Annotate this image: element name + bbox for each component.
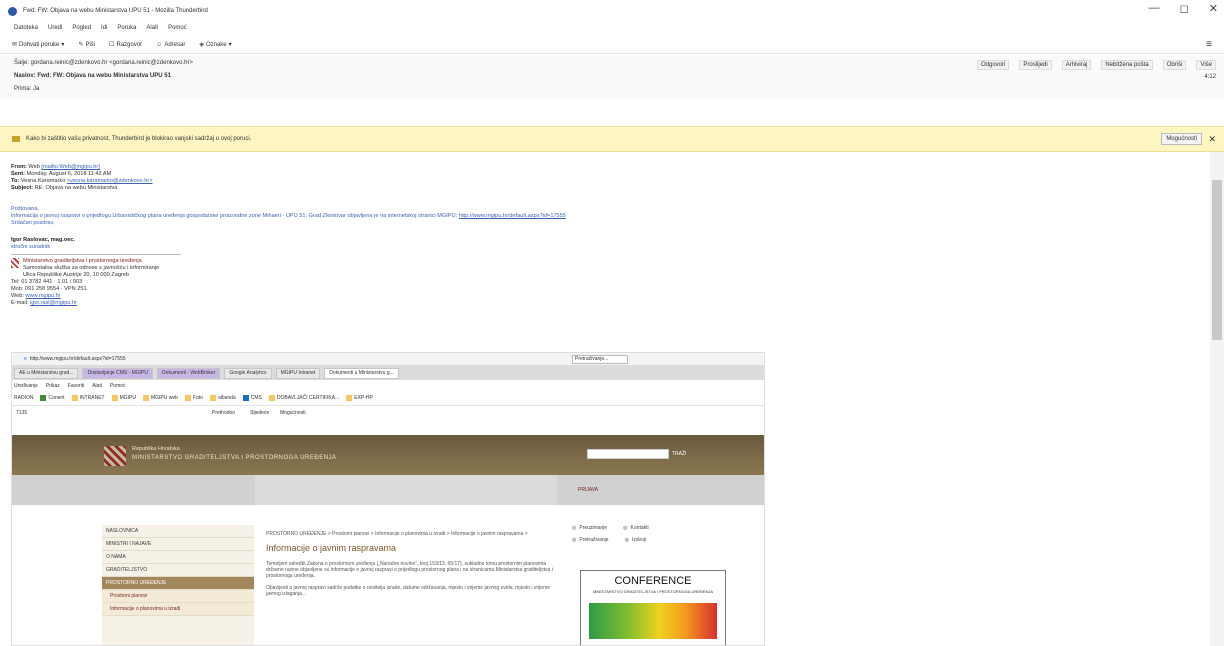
email-body: From: Web [mailto:Web@mgipu.hr] Sent: Mo… <box>11 164 1201 307</box>
menu-view[interactable]: Pogled <box>72 25 91 31</box>
menu-help[interactable]: Pomoć <box>168 25 187 31</box>
app-menu-icon[interactable]: ≡ <box>1206 39 1212 50</box>
browser-search: Pretraživanje... <box>572 355 628 364</box>
thunderbird-icon <box>8 6 17 16</box>
window-title: Fwd: FW: Objava na webu Ministarstva UPU… <box>23 8 208 14</box>
find-input: 7135 <box>16 410 28 416</box>
browser-tab: AE u Ministarstvu grad... <box>14 367 79 379</box>
warning-icon <box>12 136 20 142</box>
browser-menubar: Uređivanje Prikaz Favoriti Alati Pomoć <box>14 382 126 389</box>
message-header: Šalje: gordana.reinic@zdenkovo.hr <gorda… <box>0 56 1224 100</box>
favorites-bar: RADION Conent INTRANET MGIPU MGIPU web F… <box>12 391 764 406</box>
browser-tabs: AE u Ministarstvu grad... Dostavljanje C… <box>12 366 764 380</box>
minimize-button[interactable]: — <box>1149 2 1160 15</box>
more-button[interactable]: Više <box>1196 60 1216 70</box>
folder-icon <box>184 395 191 401</box>
maximize-button[interactable]: ◻ <box>1180 2 1189 15</box>
folder-icon <box>142 395 149 401</box>
site-main-content: PROSTORNO UREĐENJE > Prostorni planovi >… <box>266 531 562 603</box>
menu-tools[interactable]: Alati <box>146 25 158 31</box>
folder-icon <box>111 395 118 401</box>
site-search-box <box>587 449 669 459</box>
folder-icon <box>71 395 78 401</box>
browser-url: http://www.mgipu.hr/default.aspx?id=1755… <box>29 356 126 362</box>
browser-tab: Dokumenti - WebBroker <box>157 367 221 379</box>
header-to: Prima: Ja <box>14 86 40 92</box>
notice-text: Kako bi zaštitio vašu privatnost, Thunde… <box>26 136 252 142</box>
message-actions: Odgovori Proslijedi Arhiviraj Nebitžena … <box>977 60 1216 70</box>
download-icon: ◎ <box>572 525 577 531</box>
close-button[interactable]: ✕ <box>1209 2 1218 15</box>
site-right-column: ◎ Preuzimanje ◎ Kontakti ◎ Pretraživanje ◎ I… <box>572 525 649 543</box>
header-from: Šalje: gordana.reinic@zdenkovo.hr <gorda… <box>14 60 193 66</box>
header-subject: Naslov: Fwd: FW: Objava na webu Ministar… <box>14 73 171 79</box>
main-toolbar: ✉ Dohvati poruke ▾ ✎ Piši ☐ Razgovor ☺ Adres… <box>0 36 1224 54</box>
window-controls: — ◻ ✕ <box>1149 2 1218 15</box>
mail-icon: ✉ <box>12 42 18 48</box>
menu-go[interactable]: Idi <box>101 25 107 31</box>
find-bar: 7135 Prethodno Sljedeće Mogućnosti <box>16 410 306 416</box>
contact-icon: ◎ <box>623 525 628 531</box>
browser-tab: Dostavljanje CMS - MGIPU <box>82 367 154 379</box>
conference-banner: CONFERENCE MINISTARSTVO GRADITELJSTVA I … <box>580 570 726 645</box>
tag-icon: ◈ <box>199 42 204 48</box>
close-notice-icon[interactable]: ✕ <box>1208 134 1216 145</box>
forward-button[interactable]: Proslijedi <box>1019 60 1052 70</box>
browser-tab: Dokumenti u Ministarstvu g... <box>324 367 399 379</box>
header-date: 4:12 <box>1204 74 1216 80</box>
signature: Igor Raslovac, mag.oec. stručni suradnik… <box>11 237 1201 307</box>
signature-divider <box>11 254 181 255</box>
ie-icon: e <box>24 356 27 362</box>
get-mail-button[interactable]: ✉ Dohvati poruke ▾ <box>12 41 64 49</box>
message-text: informacija o javnoj raspravi o prijedlo… <box>11 213 566 219</box>
city-skyline-graphic <box>589 603 717 639</box>
scrollbar-thumb[interactable] <box>1212 180 1222 340</box>
pencil-icon: ✎ <box>78 42 84 48</box>
archive-button[interactable]: Arhiviraj <box>1061 60 1092 70</box>
site-sidebar: NASLOVNICA MINISTRI I NAJAVE O NAMA GRAD… <box>102 525 254 645</box>
folder-icon <box>268 395 275 401</box>
remote-content-notice: Kako bi zaštitio vašu privatnost, Thunde… <box>0 126 1224 152</box>
extract-icon: ◎ <box>624 537 629 543</box>
browser-tab: Google Analytics <box>224 367 272 379</box>
site-page-title: Informacije o javnim raspravama <box>266 543 397 553</box>
closing: Srdačan pozdrav, <box>11 220 55 226</box>
delete-button[interactable]: Obriši <box>1162 60 1187 70</box>
menu-file[interactable]: Datoteka <box>14 25 38 31</box>
tag-button[interactable]: ◈ Oznake ▾ <box>199 41 231 49</box>
browser-tab: MGIPU Intranet <box>275 367 321 379</box>
croatia-crest-icon <box>11 258 19 268</box>
folder-icon <box>40 395 47 401</box>
to-link[interactable]: <vesna.karamarko@zdenkovo.hr> <box>67 178 153 184</box>
browser-url-bar: e http://www.mgipu.hr/default.aspx?id=17… <box>12 353 764 366</box>
web-link[interactable]: www.mgipu.hr <box>26 293 61 299</box>
site-banner: Republika Hrvatska MINISTARSTVO GRADITEL… <box>12 435 764 475</box>
croatia-crest-icon <box>104 446 126 466</box>
site-breadcrumb: PROSTORNO UREĐENJE > Prostorni planovi >… <box>266 531 528 537</box>
folder-icon <box>242 395 249 401</box>
menubar: Datoteka Uredi Pogled Idi Poruka Alati P… <box>0 22 1224 34</box>
address-book-icon: ☺ <box>156 41 163 48</box>
write-button[interactable]: ✎ Piši <box>78 41 95 49</box>
from-link[interactable]: [mailto:Web@mgipu.hr] <box>41 164 99 170</box>
folder-icon <box>209 395 216 401</box>
options-button[interactable]: Mogućnosti <box>1161 133 1202 145</box>
menu-edit[interactable]: Uredi <box>48 25 62 31</box>
address-book-button[interactable]: ☺ Adresar <box>156 42 185 48</box>
greeting: Poštovana, <box>11 206 39 212</box>
search-icon: ◎ <box>572 537 577 543</box>
window-titlebar: Fwd: FW: Objava na webu Ministarstva UPU… <box>0 0 1224 22</box>
chat-icon: ☐ <box>109 42 115 48</box>
mgipu-link[interactable]: http://www.mgipu.hr/default.aspx?id=1755… <box>459 213 566 219</box>
junk-button[interactable]: Nebitžena pošta <box>1101 60 1153 70</box>
chat-button[interactable]: ☐ Razgovor <box>109 41 142 49</box>
menu-message[interactable]: Poruka <box>117 25 136 31</box>
folder-icon <box>346 395 353 401</box>
site-subheader: PRIJAVA <box>12 475 764 505</box>
email-link[interactable]: igor.rasl@mgipu.hr <box>30 300 77 306</box>
reply-button[interactable]: Odgovori <box>977 60 1010 70</box>
embedded-screenshot: e http://www.mgipu.hr/default.aspx?id=17… <box>11 352 765 646</box>
